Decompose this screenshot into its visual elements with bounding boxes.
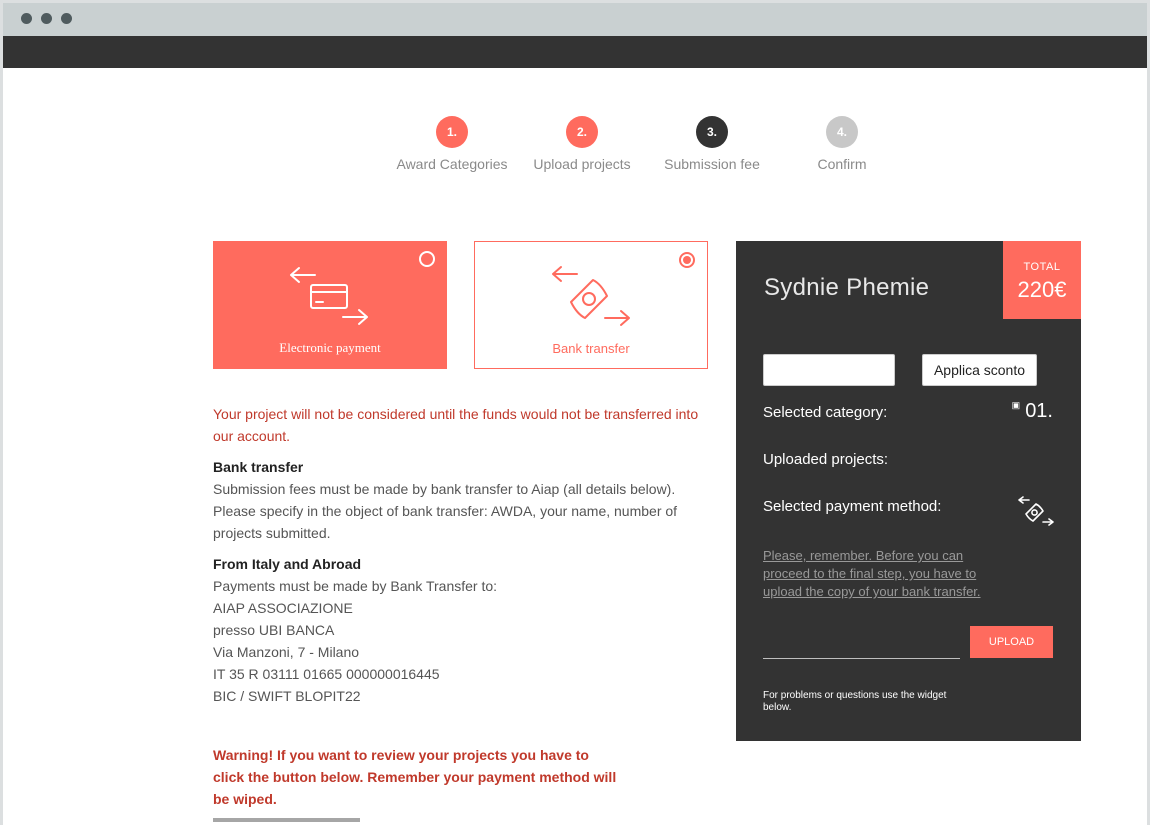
discount-code-input[interactable]	[763, 354, 895, 386]
step-confirm[interactable]: 4. Confirm	[777, 116, 907, 172]
category-number: 01.	[1025, 400, 1053, 422]
step-award-categories[interactable]: 1. Award Categories	[387, 116, 517, 172]
user-name: Sydnie Phemie	[764, 274, 930, 301]
step-submission-fee[interactable]: 3. Submission fee	[647, 116, 777, 172]
funds-notice: Your project will not be considered unti…	[213, 406, 699, 444]
category-icon: ▣	[1011, 400, 1021, 410]
bank-details: Payments must be made by Bank Transfer t…	[213, 575, 713, 707]
credit-card-icon	[290, 267, 368, 325]
step-label: Upload projects	[533, 156, 631, 172]
step-number: 4.	[826, 116, 858, 148]
bank-detail-line: AIAP ASSOCIAZIONE	[213, 600, 353, 616]
step-number: 2.	[566, 116, 598, 148]
file-input-field[interactable]	[763, 657, 960, 659]
bank-transfer-icon	[552, 266, 630, 326]
window-titlebar	[3, 3, 1147, 36]
window-dot-icon	[21, 13, 32, 24]
upload-button[interactable]: UPLOAD	[970, 626, 1053, 658]
bank-detail-line: BIC / SWIFT BLOPIT22	[213, 688, 361, 704]
selected-category-label: Selected category:	[763, 404, 888, 421]
bank-transfer-line: Submission fees must be made by bank tra…	[213, 481, 676, 497]
summary-panel: Sydnie Phemie TOTAL 220€ Applica sconto …	[736, 241, 1081, 741]
window-dot-icon	[61, 13, 72, 24]
help-note: For problems or questions use the widget…	[763, 690, 947, 713]
step-number: 3.	[696, 116, 728, 148]
window-dot-icon	[41, 13, 52, 24]
bank-transfer-icon	[1018, 496, 1054, 526]
radio-bank[interactable]	[679, 252, 695, 268]
payment-option-label: Bank transfer	[552, 341, 630, 356]
from-italy-heading: From Italy and Abroad	[213, 556, 362, 572]
total-value: 220€	[1017, 277, 1067, 302]
bank-detail-line: Payments must be made by Bank Transfer t…	[213, 578, 498, 594]
browser-frame: 1. Award Categories 2. Upload projects 3…	[3, 3, 1147, 825]
review-projects-button[interactable]	[213, 818, 360, 822]
step-upload-projects[interactable]: 2. Upload projects	[517, 116, 647, 172]
bank-transfer-heading: Bank transfer	[213, 459, 304, 475]
bank-detail-line: presso UBI BANCA	[213, 622, 335, 638]
apply-discount-button[interactable]: Applica sconto	[922, 354, 1037, 386]
review-warning: Warning! If you want to review your proj…	[213, 747, 617, 807]
payment-option-bank[interactable]: Bank transfer	[474, 241, 708, 369]
payment-option-label: Electronic payment	[279, 340, 381, 355]
bank-detail-line: IT 35 R 03111 01665 000000016445	[213, 666, 440, 682]
bank-transfer-line: Please specify in the object of bank tra…	[213, 503, 678, 541]
payment-method-label: Selected payment method:	[763, 498, 942, 515]
bank-transfer-text: Submission fees must be made by bank tra…	[213, 478, 713, 544]
total-badge: TOTAL 220€	[1003, 241, 1081, 319]
uploaded-projects-label: Uploaded projects:	[763, 451, 889, 468]
step-label: Confirm	[817, 156, 867, 172]
step-label: Award Categories	[396, 156, 508, 172]
radio-electronic[interactable]	[419, 251, 435, 267]
bank-detail-line: Via Manzoni, 7 - Milano	[213, 644, 360, 660]
step-label: Submission fee	[664, 156, 760, 172]
step-number: 1.	[436, 116, 468, 148]
total-label: TOTAL	[1023, 261, 1061, 273]
top-navbar	[3, 36, 1147, 68]
selected-category-value: ▣ 01.	[1012, 400, 1053, 423]
payment-option-electronic[interactable]: Electronic payment	[213, 241, 447, 369]
upload-reminder-link[interactable]: Please, remember. Before you can proceed…	[763, 547, 993, 601]
